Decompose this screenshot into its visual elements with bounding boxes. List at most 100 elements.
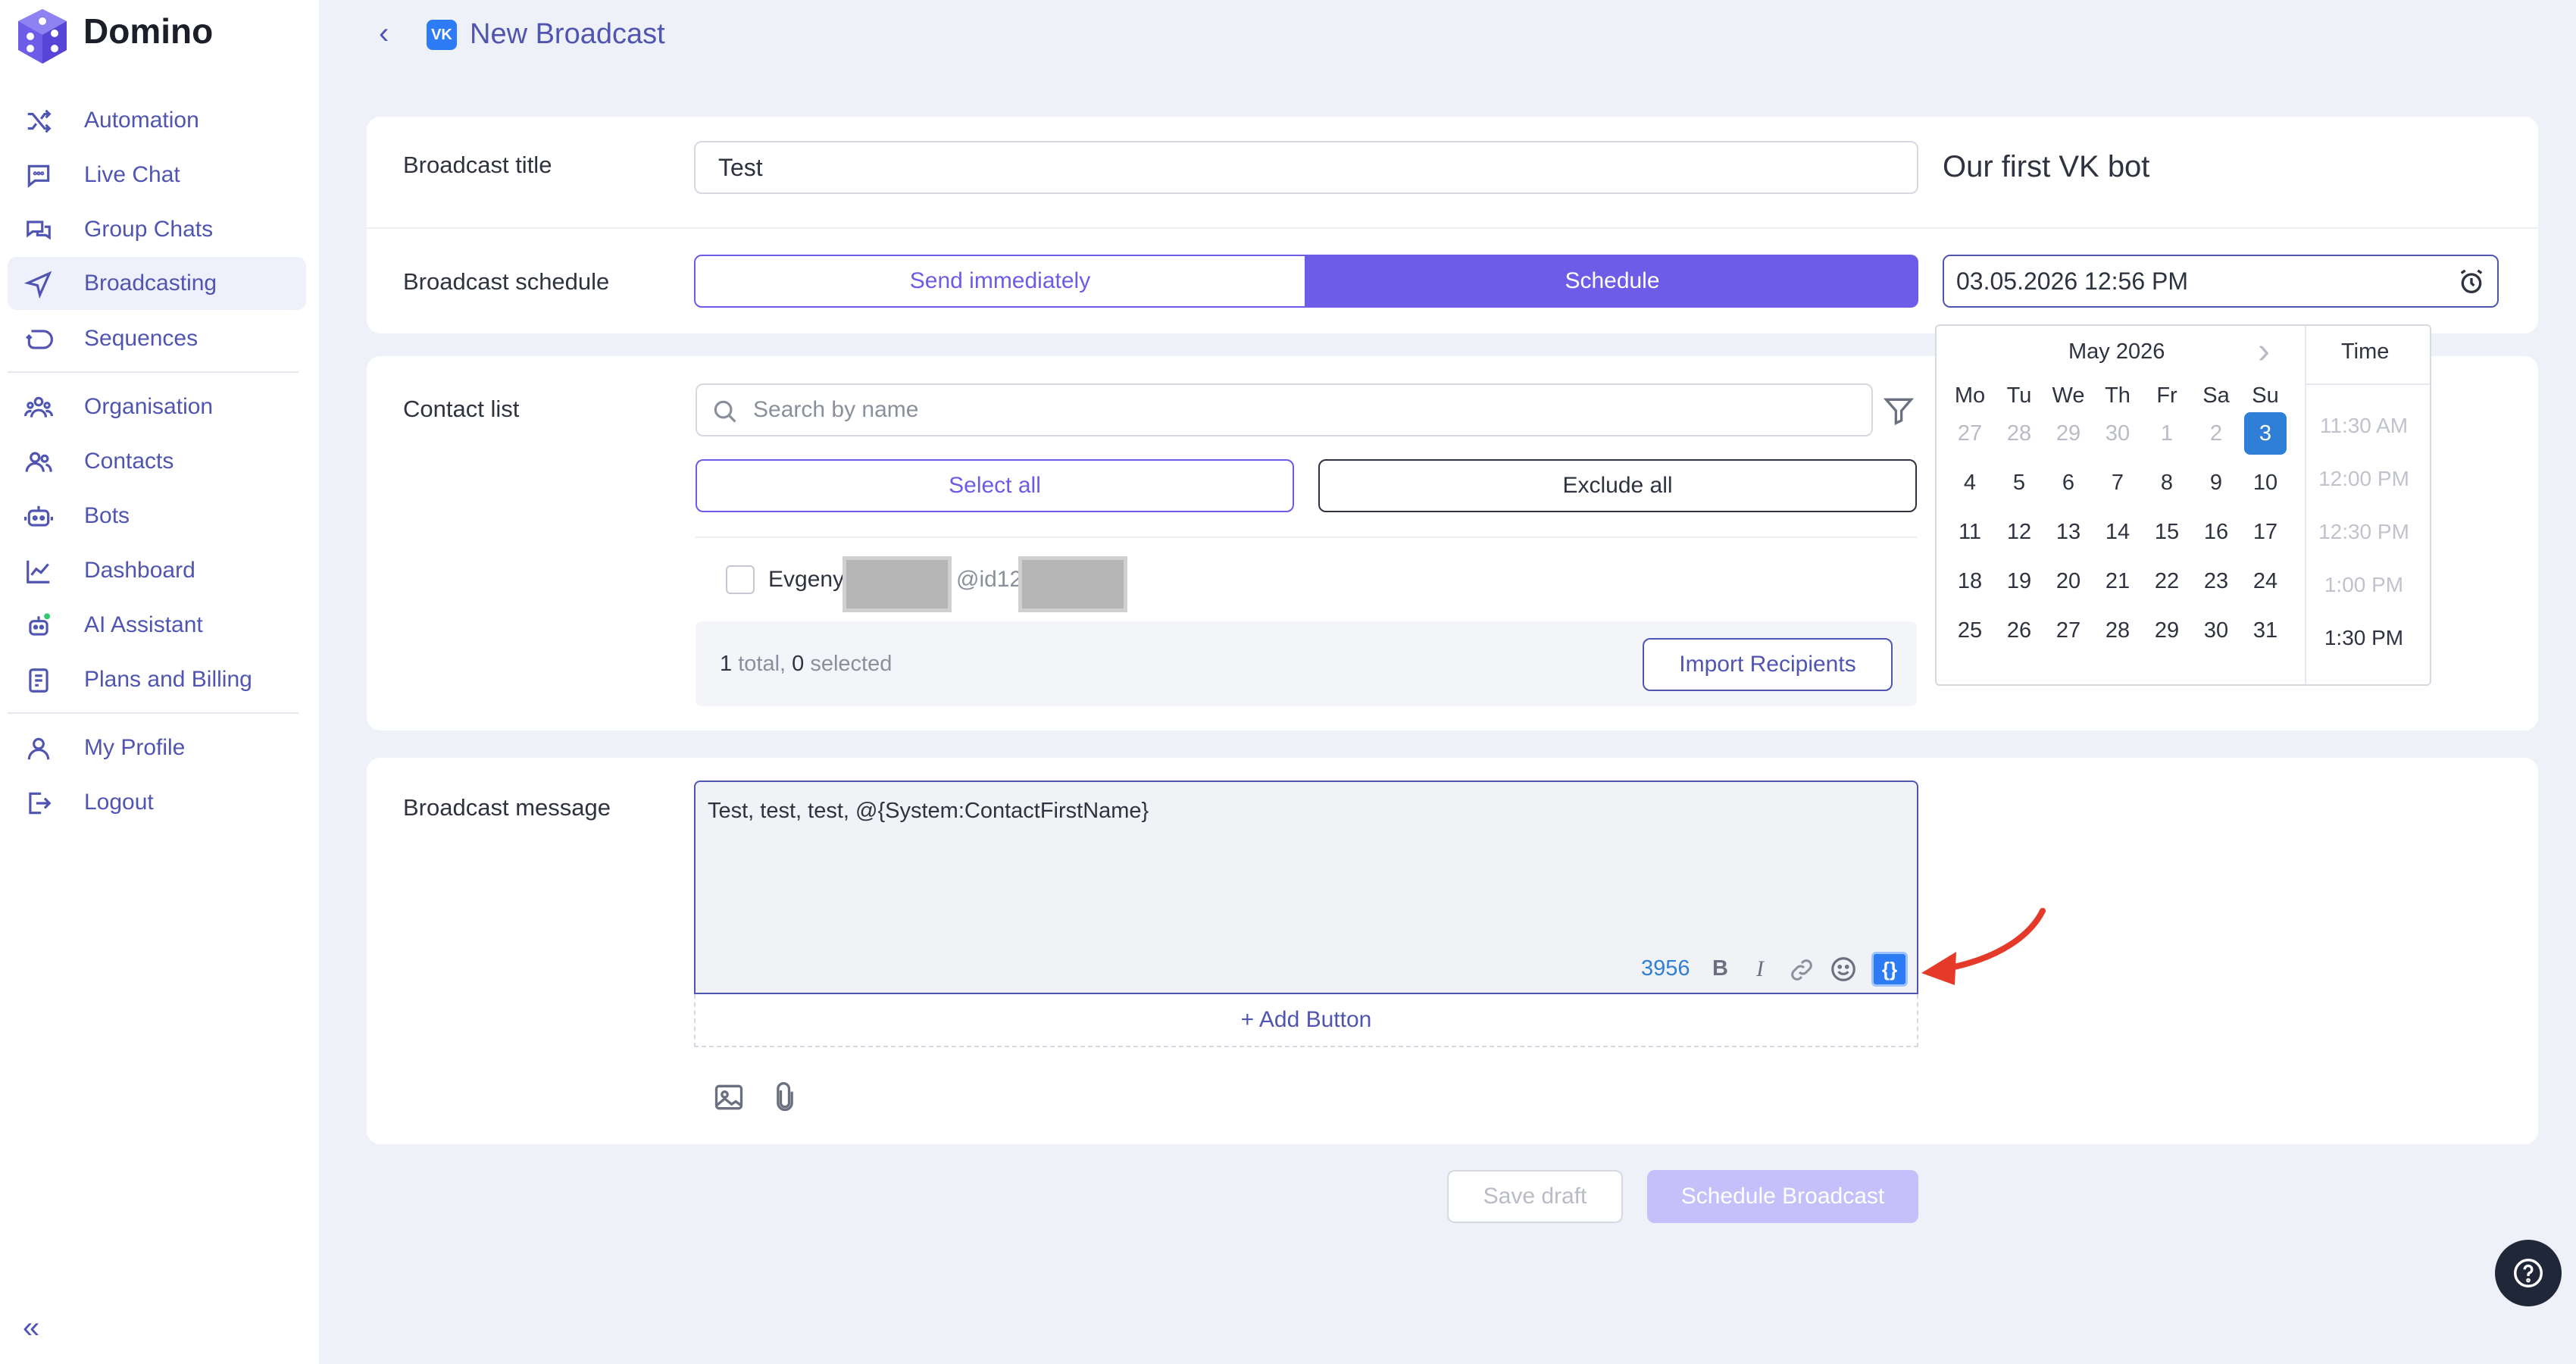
calendar-day[interactable]: 17 bbox=[2244, 511, 2287, 553]
calendar-day[interactable]: 1 bbox=[2146, 412, 2188, 455]
calendar-day[interactable]: 11 bbox=[1949, 511, 1991, 553]
calendar-day[interactable]: 26 bbox=[1998, 609, 2040, 652]
calendar-day[interactable]: 24 bbox=[2244, 560, 2287, 602]
schedule-option[interactable]: Schedule bbox=[1306, 255, 1918, 308]
back-arrow-icon[interactable]: ‹ bbox=[379, 17, 389, 51]
sidebar-item-label: Automation bbox=[84, 108, 199, 133]
exclude-all-button[interactable]: Exclude all bbox=[1318, 459, 1917, 512]
help-button[interactable] bbox=[2495, 1240, 2562, 1306]
sidebar-item-label: Plans and Billing bbox=[84, 667, 252, 692]
link-icon[interactable] bbox=[1788, 956, 1815, 984]
broadcast-title-label: Broadcast title bbox=[403, 152, 552, 178]
sidebar-item-logout[interactable]: Logout bbox=[8, 776, 306, 829]
sidebar-item-my-profile[interactable]: My Profile bbox=[8, 721, 306, 774]
calendar-day[interactable]: 4 bbox=[1949, 461, 1991, 504]
contact-checkbox[interactable] bbox=[726, 565, 755, 594]
next-month-icon[interactable]: › bbox=[2258, 330, 2270, 372]
sidebar-item-sequences[interactable]: Sequences bbox=[8, 312, 306, 365]
sidebar-item-label: Sequences bbox=[84, 326, 199, 351]
contact-name: Evgeny bbox=[768, 567, 845, 592]
broadcast-schedule-label: Broadcast schedule bbox=[403, 268, 610, 295]
weekday-label: Fr bbox=[2156, 383, 2177, 408]
bold-icon[interactable]: B bbox=[1712, 956, 1728, 981]
domino-logo[interactable] bbox=[12, 6, 73, 67]
send-immediately-option[interactable]: Send immediately bbox=[694, 255, 1306, 308]
calendar-day[interactable]: 5 bbox=[1998, 461, 2040, 504]
shuffle-icon bbox=[27, 109, 52, 133]
calendar-day[interactable]: 6 bbox=[2047, 461, 2090, 504]
import-recipients-button[interactable]: Import Recipients bbox=[1643, 638, 1893, 691]
calendar-day[interactable]: 7 bbox=[2096, 461, 2139, 504]
schedule-broadcast-button[interactable]: Schedule Broadcast bbox=[1647, 1170, 1918, 1223]
calendar-day[interactable]: 2 bbox=[2195, 412, 2237, 455]
select-all-button[interactable]: Select all bbox=[696, 459, 1294, 512]
sidebar-item-ai-assistant[interactable]: AI Assistant bbox=[8, 599, 306, 652]
calendar-day[interactable]: 12 bbox=[1998, 511, 2040, 553]
calendar-day[interactable]: 8 bbox=[2146, 461, 2188, 504]
attachment-icon[interactable] bbox=[768, 1081, 802, 1114]
calendar-day[interactable]: 10 bbox=[2244, 461, 2287, 504]
group-chat-icon bbox=[27, 221, 51, 240]
character-counter: 3956 bbox=[1641, 956, 1690, 981]
time-option[interactable]: 12:30 PM bbox=[2303, 520, 2424, 544]
add-button-link[interactable]: + Add Button bbox=[694, 994, 1918, 1047]
calendar-day[interactable]: 31 bbox=[2244, 609, 2287, 652]
sidebar-item-broadcasting[interactable]: Broadcasting bbox=[8, 257, 306, 310]
time-option[interactable]: 11:30 AM bbox=[2303, 414, 2424, 438]
calendar-day[interactable]: 16 bbox=[2195, 511, 2237, 553]
time-option[interactable]: 1:30 PM bbox=[2303, 626, 2424, 650]
sidebar-item-live-chat[interactable]: Live Chat bbox=[8, 149, 306, 202]
calendar-day[interactable]: 3 bbox=[2244, 412, 2287, 455]
calendar-day[interactable]: 27 bbox=[2047, 609, 2090, 652]
calendar-day[interactable]: 28 bbox=[1998, 412, 2040, 455]
sidebar-item-label: Contacts bbox=[84, 449, 174, 474]
calendar-day[interactable]: 9 bbox=[2195, 461, 2237, 504]
calendar-day[interactable]: 22 bbox=[2146, 560, 2188, 602]
variables-button[interactable]: {} bbox=[1871, 952, 1908, 987]
calendar-day[interactable]: 14 bbox=[2096, 511, 2139, 553]
calendar-day[interactable]: 18 bbox=[1949, 560, 1991, 602]
emoji-icon[interactable] bbox=[1829, 955, 1858, 984]
sidebar-item-contacts[interactable]: Contacts bbox=[8, 435, 306, 488]
calendar-day[interactable]: 15 bbox=[2146, 511, 2188, 553]
alarm-clock-icon[interactable] bbox=[2456, 267, 2487, 297]
weekday-label: Th bbox=[2105, 383, 2131, 408]
contact-search-input[interactable]: Search by name bbox=[696, 383, 1873, 436]
collapse-sidebar-icon[interactable]: « bbox=[23, 1311, 39, 1345]
selected-text: selected bbox=[804, 652, 893, 676]
broadcast-title-input[interactable]: Test bbox=[694, 141, 1918, 194]
calendar-day[interactable]: 25 bbox=[1949, 609, 1991, 652]
image-icon[interactable] bbox=[712, 1081, 746, 1114]
loop-icon bbox=[26, 330, 53, 349]
calendar-day[interactable]: 23 bbox=[2195, 560, 2237, 602]
calendar-day[interactable]: 13 bbox=[2047, 511, 2090, 553]
calendar-day[interactable]: 30 bbox=[2195, 609, 2237, 652]
message-text[interactable]: Test, test, test, @{System:ContactFirstN… bbox=[708, 799, 1149, 824]
sidebar-item-plans-and-billing[interactable]: Plans and Billing bbox=[8, 653, 306, 706]
save-draft-button[interactable]: Save draft bbox=[1447, 1170, 1623, 1223]
calendar-day[interactable]: 20 bbox=[2047, 560, 2090, 602]
sidebar-item-automation[interactable]: Automation bbox=[8, 94, 306, 147]
time-option[interactable]: 1:00 PM bbox=[2303, 573, 2424, 597]
billing-icon bbox=[29, 668, 48, 693]
schedule-datetime-input[interactable]: 03.05.2026 12:56 PM bbox=[1943, 255, 2499, 308]
sidebar-item-group-chats[interactable]: Group Chats bbox=[8, 203, 306, 256]
annotation-arrow-icon bbox=[1921, 908, 2046, 985]
calendar-day[interactable]: 19 bbox=[1998, 560, 2040, 602]
calendar-day[interactable]: 28 bbox=[2096, 609, 2139, 652]
calendar-day[interactable]: 30 bbox=[2096, 412, 2139, 455]
send-icon bbox=[24, 271, 52, 299]
sidebar-item-dashboard[interactable]: Dashboard bbox=[8, 544, 306, 597]
calendar-day[interactable]: 27 bbox=[1949, 412, 1991, 455]
sidebar-item-label: AI Assistant bbox=[84, 612, 203, 637]
calendar-day[interactable]: 29 bbox=[2146, 609, 2188, 652]
calendar-day[interactable]: 21 bbox=[2096, 560, 2139, 602]
bot-name: Our first VK bot bbox=[1943, 150, 2150, 183]
sidebar-item-organisation[interactable]: Organisation bbox=[8, 380, 306, 433]
italic-icon[interactable]: I bbox=[1756, 956, 1764, 982]
time-option[interactable]: 12:00 PM bbox=[2303, 467, 2424, 491]
calendar-day[interactable]: 29 bbox=[2047, 412, 2090, 455]
contacts-icon bbox=[25, 452, 52, 473]
filter-icon[interactable] bbox=[1882, 394, 1915, 427]
sidebar-item-bots[interactable]: Bots bbox=[8, 490, 306, 543]
